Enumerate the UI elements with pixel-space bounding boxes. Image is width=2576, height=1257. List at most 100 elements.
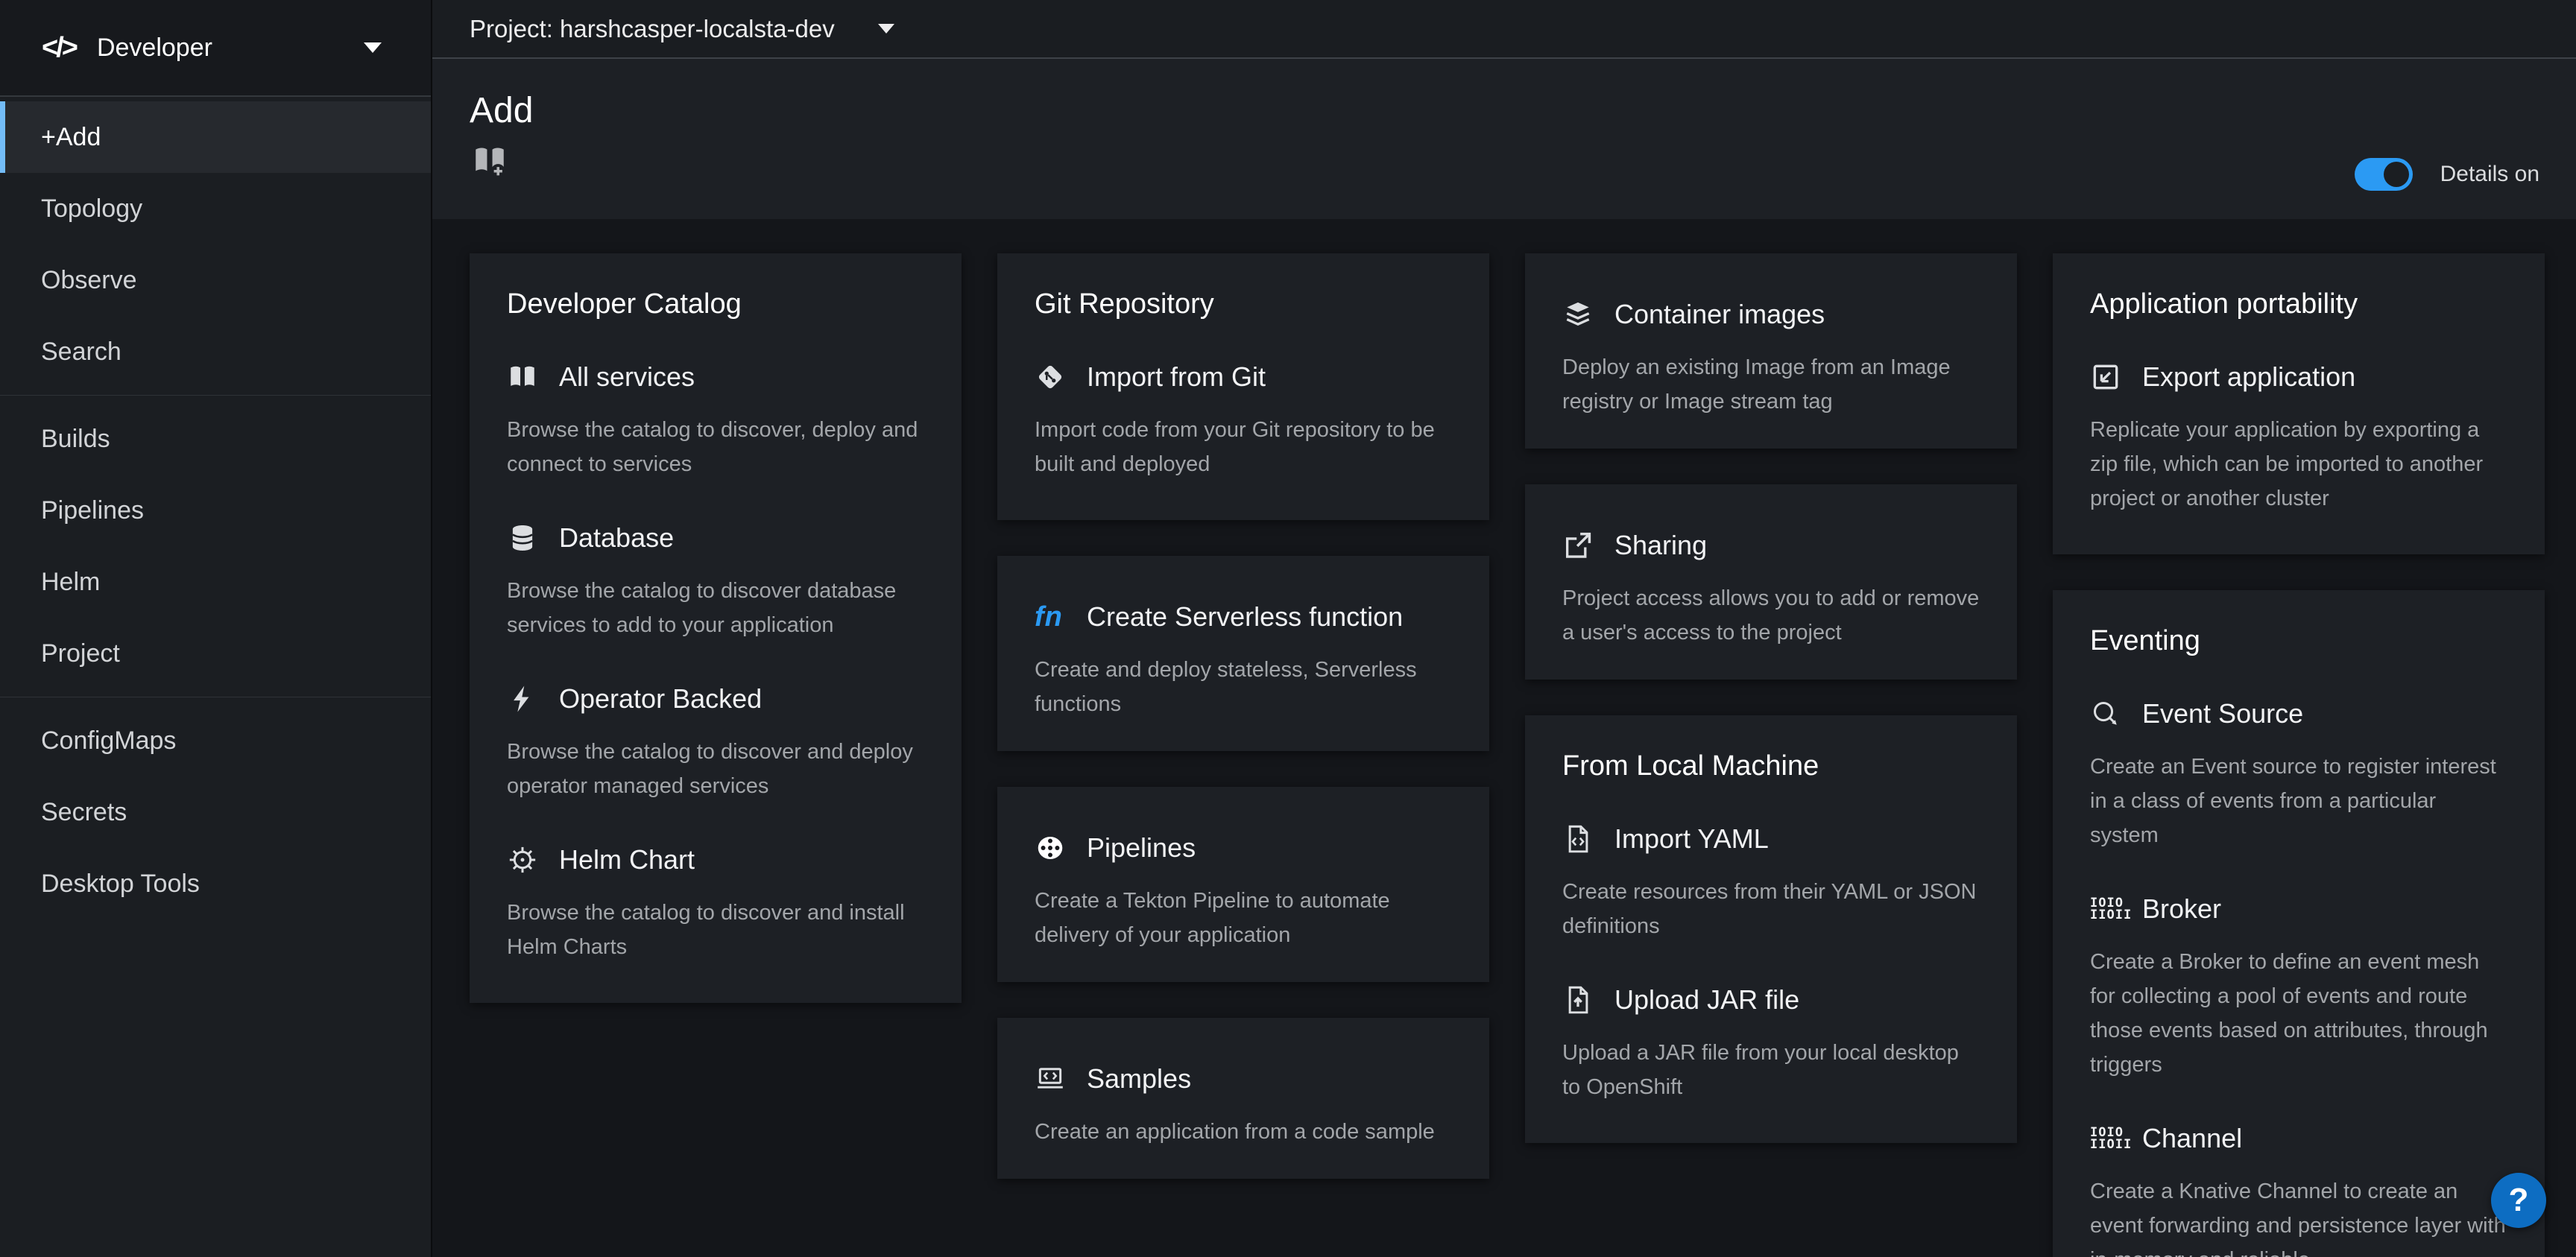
- sidebar-item-builds[interactable]: Builds: [0, 403, 431, 475]
- add-item-container-images: Container images Deploy an existing Image…: [1562, 298, 1980, 419]
- book-open-icon: [507, 361, 546, 393]
- card-container-images: Container images Deploy an existing Image…: [1525, 253, 2017, 449]
- console-window: </> Developer +Add Topology Observe Search B…: [0, 0, 2576, 1257]
- card-items: Sharing Project access allows you to add …: [1562, 529, 1980, 650]
- add-item-label: Upload JAR file: [1614, 984, 1799, 1016]
- helm-icon: [507, 843, 546, 876]
- add-item-description: Create an application from a code sample: [1035, 1115, 1452, 1149]
- add-item-database: DatabaseBrowse the catalog to discover d…: [507, 522, 924, 642]
- add-item-link-broker[interactable]: IOIOIIOIIBroker: [2090, 893, 2507, 925]
- details-toggle-group: Details on: [2355, 158, 2539, 191]
- sidebar-item-topology[interactable]: Topology: [0, 173, 431, 244]
- add-item-create-serverless-function: fnCreate Serverless function Create and d…: [1035, 601, 1452, 721]
- add-item-label: Operator Backed: [559, 683, 762, 715]
- add-item-label: Import from Git: [1087, 361, 1266, 393]
- perspective-switcher[interactable]: </> Developer: [0, 0, 431, 97]
- sidebar-item-label: ConfigMaps: [41, 726, 176, 756]
- perspective-label: Developer: [97, 34, 212, 63]
- card-eventing: Eventing Event SourceCreate an Event sour…: [2053, 590, 2545, 1257]
- card-developer-catalog: Developer Catalog All services Browse the …: [470, 253, 962, 1003]
- add-item-link-event-source[interactable]: Event Source: [2090, 697, 2507, 730]
- card-column-4: Application portability Export applicatio…: [2053, 253, 2545, 1257]
- card-title: Developer Catalog: [507, 286, 924, 322]
- card-title: From Local Machine: [1562, 748, 1980, 784]
- add-item-link-helm-chart[interactable]: Helm Chart: [507, 843, 924, 876]
- add-item-link-channel[interactable]: IOIOIIOII Channel: [2090, 1122, 2507, 1155]
- card-create-serverless-function: fnCreate Serverless function Create and d…: [997, 556, 1489, 751]
- toggle-knob: [2384, 162, 2409, 187]
- add-item-broker: IOIOIIOIIBroker Create a Broker to define…: [2090, 893, 2507, 1082]
- add-item-import-yaml: Import YAMLCreate resources from their Y…: [1562, 823, 1980, 943]
- sidebar-item-project[interactable]: Project: [0, 618, 431, 689]
- sidebar-item-add[interactable]: +Add: [0, 101, 431, 173]
- card-items: Event SourceCreate an Event source to re…: [2090, 697, 2507, 1257]
- add-item-label: Channel: [2142, 1123, 2242, 1154]
- add-item-channel: IOIOIIOIIChannelCreate a Knative Channel…: [2090, 1122, 2507, 1257]
- add-item-link-upload-jar-file[interactable]: Upload JAR file: [1562, 984, 1980, 1016]
- add-item-description: Deploy an existing Image from an Image r…: [1562, 350, 1980, 419]
- book-plus-icon[interactable]: [470, 142, 510, 183]
- card-from-local-machine: From Local Machine Import YAMLCreate reso…: [1525, 715, 2017, 1143]
- sidebar-item-secrets[interactable]: Secrets: [0, 776, 431, 848]
- chevron-down-icon: [364, 42, 382, 53]
- add-item-link-create-serverless-function[interactable]: fnCreate Serverless function: [1035, 601, 1452, 633]
- page-header: Add Details on: [432, 59, 2576, 219]
- details-toggle[interactable]: [2355, 158, 2413, 191]
- add-item-description: Create a Tekton Pipeline to automate del…: [1035, 884, 1452, 952]
- add-item-description: Create a Broker to define an event mesh …: [2090, 945, 2507, 1082]
- sidebar-item-desktop-tools[interactable]: Desktop Tools: [0, 848, 431, 919]
- add-item-description: Project access allows you to add or remo…: [1562, 581, 1980, 650]
- share-icon: [1562, 529, 1601, 562]
- add-item-all-services: All services Browse the catalog to discov…: [507, 361, 924, 481]
- main-area: Project: harshcasper-localsta-dev Add De…: [432, 0, 2576, 1257]
- export-icon: [2090, 361, 2129, 393]
- event-source-icon: [2090, 697, 2129, 730]
- add-item-link-import-from-git[interactable]: Import from Git: [1035, 361, 1452, 393]
- add-item-export-application: Export applicationReplicate your applica…: [2090, 361, 2507, 516]
- add-item-operator-backed: Operator BackedBrowse the catalog to dis…: [507, 683, 924, 803]
- project-selector[interactable]: Project: harshcasper-localsta-dev: [470, 15, 894, 43]
- bolt-icon: [507, 683, 546, 715]
- add-item-label: Container images: [1614, 299, 1825, 330]
- add-item-description: Browse the catalog to discover and insta…: [507, 896, 924, 964]
- add-item-link-database[interactable]: Database: [507, 522, 924, 554]
- sidebar-item-label: Topology: [41, 194, 142, 224]
- add-item-link-pipelines[interactable]: Pipelines: [1035, 832, 1452, 864]
- card-items: fnCreate Serverless function Create and d…: [1035, 601, 1452, 721]
- add-item-link-container-images[interactable]: Container images: [1562, 298, 1980, 331]
- masthead: Project: harshcasper-localsta-dev: [432, 0, 2576, 59]
- sidebar-item-helm[interactable]: Helm: [0, 546, 431, 618]
- card-items: Samples Create an application from a code…: [1035, 1063, 1452, 1149]
- add-item-link-export-application[interactable]: Export application: [2090, 361, 2507, 393]
- sidebar-item-configmaps[interactable]: ConfigMaps: [0, 705, 431, 776]
- sidebar-item-pipelines[interactable]: Pipelines: [0, 475, 431, 546]
- add-item-link-samples[interactable]: Samples: [1035, 1063, 1452, 1095]
- git-icon: [1035, 361, 1073, 393]
- channel-icon: IOIOIIOII: [2090, 1122, 2129, 1155]
- sidebar-item-label: Project: [41, 639, 120, 668]
- card-samples: Samples Create an application from a code…: [997, 1018, 1489, 1179]
- question-mark-icon: ?: [2509, 1182, 2529, 1219]
- add-item-link-sharing[interactable]: Sharing: [1562, 529, 1980, 562]
- file-code-icon: [1562, 823, 1601, 855]
- sidebar-item-label: Helm: [41, 568, 100, 597]
- add-item-description: Create and deploy stateless, Serverless …: [1035, 653, 1452, 721]
- add-item-link-import-yaml[interactable]: Import YAML: [1562, 823, 1980, 855]
- card-column-2: Git RepositoryImport from GitImport code…: [997, 253, 1489, 1179]
- add-item-link-operator-backed[interactable]: Operator Backed: [507, 683, 924, 715]
- add-item-link-all-services[interactable]: All services: [507, 361, 924, 393]
- help-button[interactable]: ?: [2491, 1173, 2546, 1228]
- add-item-label: Helm Chart: [559, 844, 695, 876]
- layers-icon: [1562, 298, 1601, 331]
- sidebar-item-observe[interactable]: Observe: [0, 244, 431, 316]
- card-application-portability: Application portability Export applicatio…: [2053, 253, 2545, 554]
- sidebar-item-label: Observe: [41, 266, 137, 295]
- card-title: Eventing: [2090, 623, 2507, 659]
- card-title: Application portability: [2090, 286, 2507, 322]
- sidebar-item-label: Search: [41, 338, 121, 367]
- add-item-label: Event Source: [2142, 698, 2303, 729]
- card-title: Git Repository: [1035, 286, 1452, 322]
- sidebar-item-search[interactable]: Search: [0, 316, 431, 387]
- sidebar-nav: +Add Topology Observe Search BuildsPipelines…: [0, 97, 431, 919]
- add-item-description: Browse the catalog to discover, deploy a…: [507, 413, 924, 481]
